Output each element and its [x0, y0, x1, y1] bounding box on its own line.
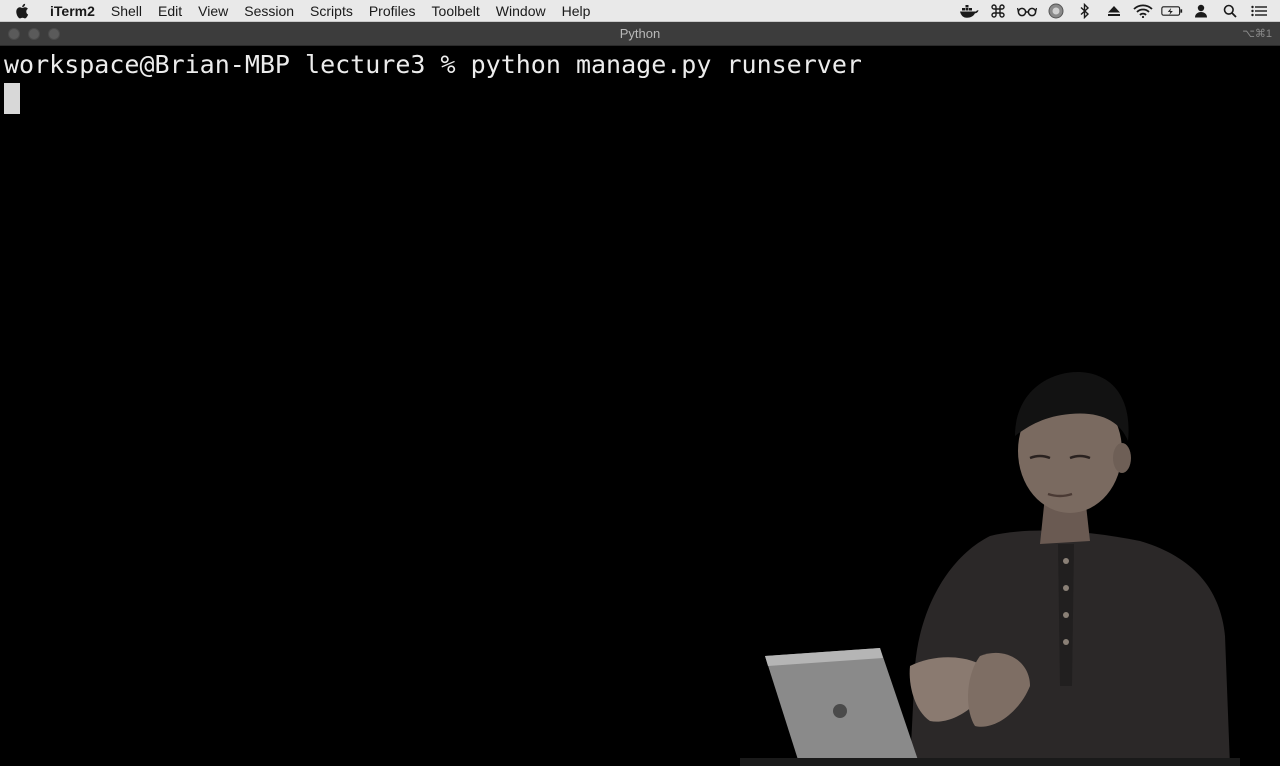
menu-profiles[interactable]: Profiles	[361, 0, 424, 22]
window-shortcut: ⌥⌘1	[1242, 28, 1272, 40]
menu-bar: iTerm2 Shell Edit View Session Scripts P…	[0, 0, 1280, 22]
presenter-overlay	[740, 371, 1240, 766]
bluetooth-icon[interactable]	[1074, 0, 1096, 22]
list-icon[interactable]	[1248, 0, 1270, 22]
menu-help[interactable]: Help	[554, 0, 599, 22]
menu-view[interactable]: View	[190, 0, 236, 22]
apple-logo-icon[interactable]	[0, 0, 44, 22]
terminal-command-line: workspace@Brian-MBP lecture3 % python ma…	[4, 50, 862, 79]
minimize-button[interactable]	[28, 28, 40, 40]
battery-charging-icon[interactable]	[1161, 0, 1183, 22]
user-icon[interactable]	[1190, 0, 1212, 22]
menu-window[interactable]: Window	[488, 0, 554, 22]
window-title-bar[interactable]: Python ⌥⌘1	[0, 22, 1280, 46]
menu-app-name[interactable]: iTerm2	[44, 0, 103, 22]
menu-edit[interactable]: Edit	[150, 0, 190, 22]
terminal-cursor	[4, 83, 20, 114]
menu-session[interactable]: Session	[236, 0, 302, 22]
window-title: Python	[619, 26, 661, 41]
eject-icon[interactable]	[1103, 0, 1125, 22]
menu-shell[interactable]: Shell	[103, 0, 150, 22]
wifi-icon[interactable]	[1132, 0, 1154, 22]
terminal-pane[interactable]: workspace@Brian-MBP lecture3 % python ma…	[0, 46, 1280, 766]
docker-icon[interactable]	[958, 0, 980, 22]
status-area	[951, 0, 1280, 22]
circle-badge-icon[interactable]	[1045, 0, 1067, 22]
window-controls	[8, 28, 68, 40]
glasses-icon[interactable]	[1016, 0, 1038, 22]
search-icon[interactable]	[1219, 0, 1241, 22]
menu-scripts[interactable]: Scripts	[302, 0, 361, 22]
menu-toolbelt[interactable]: Toolbelt	[424, 0, 488, 22]
command-icon[interactable]	[987, 0, 1009, 22]
zoom-button[interactable]	[48, 28, 60, 40]
close-button[interactable]	[8, 28, 20, 40]
